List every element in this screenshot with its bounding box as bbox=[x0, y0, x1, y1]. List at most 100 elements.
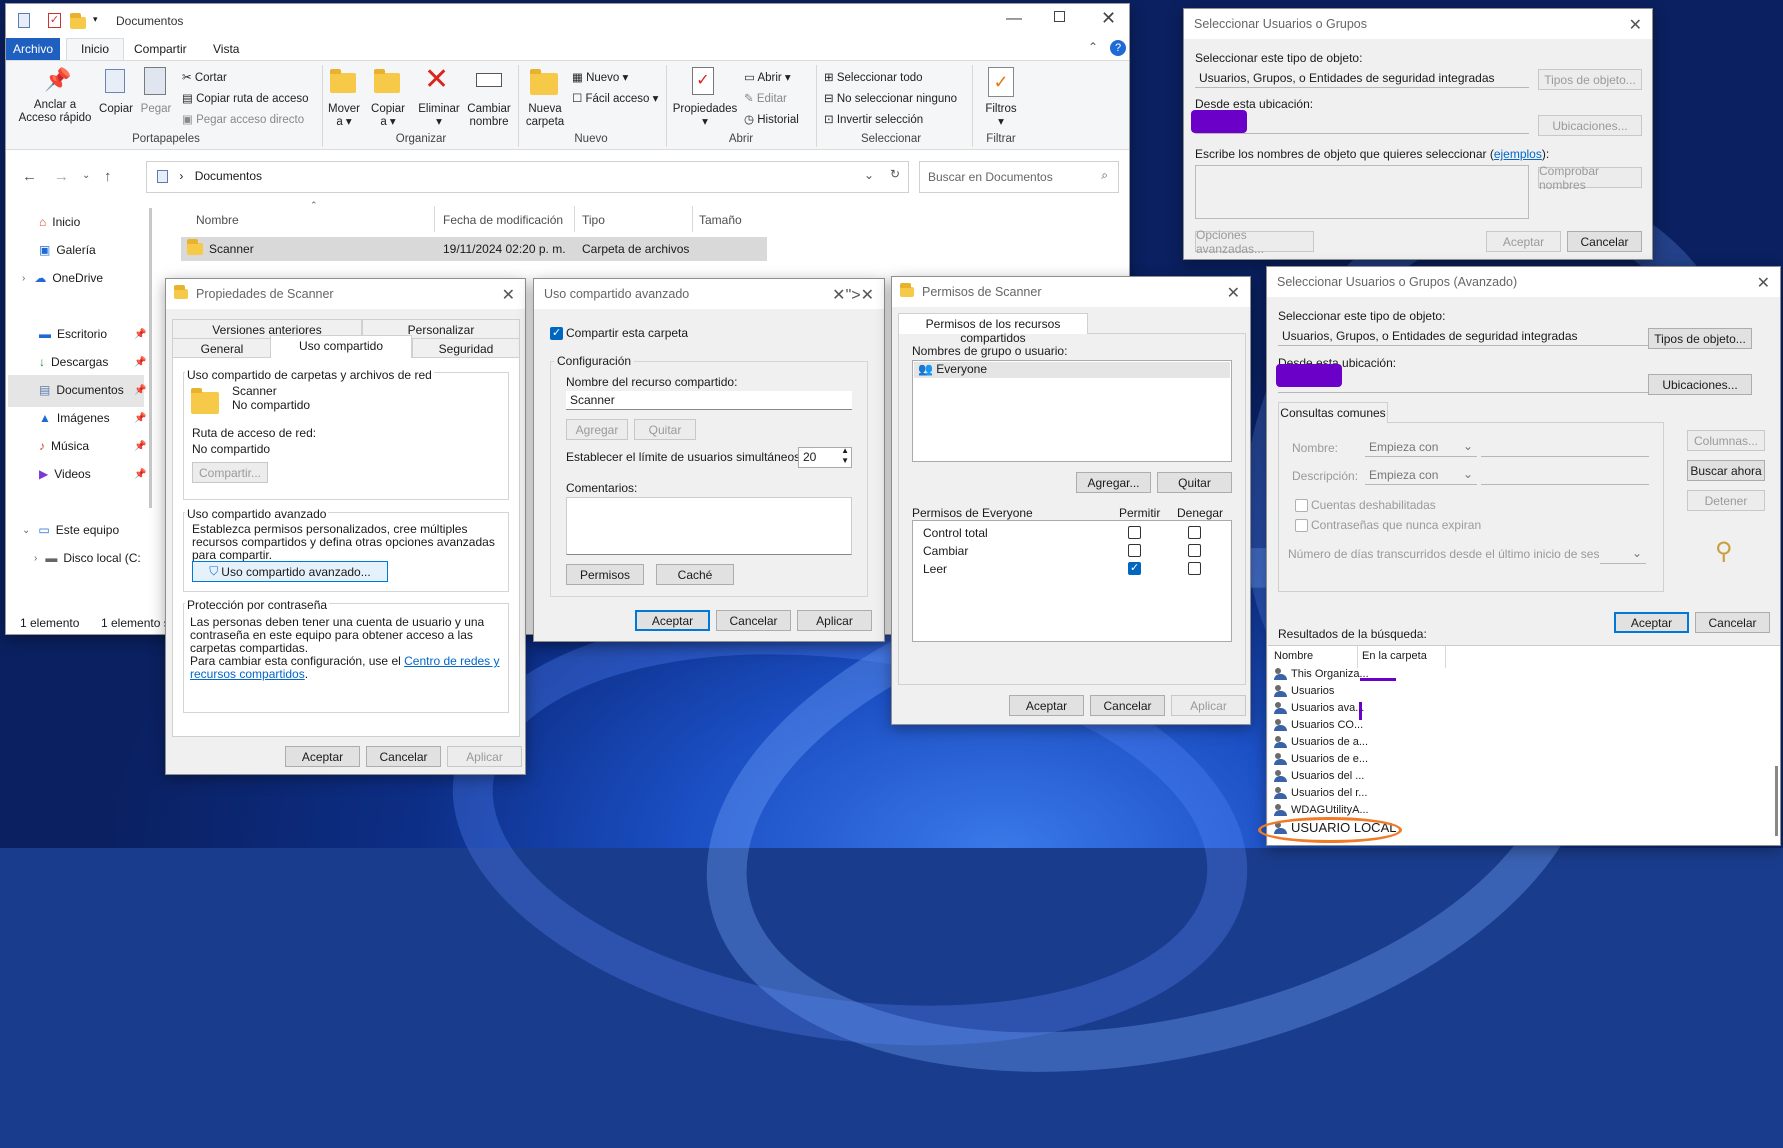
abrir-button[interactable]: ▭ Abrir ▾ bbox=[744, 70, 791, 84]
nombre-input[interactable] bbox=[1481, 438, 1649, 457]
qat-check-icon[interactable]: ✓ bbox=[48, 13, 61, 28]
facil-acceso-button[interactable]: ☐ Fácil acceso ▾ bbox=[572, 91, 658, 105]
aceptar-button[interactable]: Aceptar bbox=[635, 610, 710, 631]
editar-button[interactable]: ✎ Editar bbox=[744, 91, 787, 105]
search-box[interactable]: Buscar en Documentos ⌕ bbox=[919, 161, 1119, 193]
qat-dropdown-icon[interactable]: ▾ bbox=[93, 14, 98, 25]
grupos-listbox[interactable]: 👥 Everyone bbox=[912, 360, 1232, 462]
nav-documentos[interactable]: ▤ Documentos bbox=[39, 383, 124, 397]
nav-inicio[interactable]: ⌂ Inicio bbox=[39, 215, 80, 229]
copiar-button[interactable]: Copiar bbox=[96, 103, 136, 116]
quitar-button[interactable]: Quitar bbox=[1157, 472, 1232, 493]
collapse-icon[interactable]: ⌄ bbox=[22, 525, 30, 536]
cuentas-deshabilitadas-checkbox[interactable] bbox=[1295, 499, 1308, 512]
perm-permitir-checkbox[interactable] bbox=[1128, 544, 1141, 557]
nombres-objeto-textarea[interactable] bbox=[1195, 165, 1529, 219]
tab-inicio[interactable]: Inicio bbox=[66, 38, 124, 61]
perm-denegar-checkbox[interactable] bbox=[1188, 544, 1201, 557]
nuevo-button[interactable]: ▦ Nuevo ▾ bbox=[572, 70, 628, 84]
nav-onedrive[interactable]: › ☁ OneDrive bbox=[22, 271, 103, 285]
result-row[interactable]: Usuarios del ... bbox=[1274, 770, 1364, 782]
result-row[interactable]: Usuarios de a... bbox=[1274, 736, 1368, 748]
columnas-button[interactable]: Columnas... bbox=[1687, 430, 1765, 451]
aceptar-button[interactable]: Aceptar bbox=[1009, 695, 1084, 716]
maximize-icon[interactable] bbox=[1054, 11, 1065, 22]
invertir-seleccion-button[interactable]: ⊡ Invertir selección bbox=[824, 112, 923, 126]
contrasenas-checkbox[interactable] bbox=[1295, 519, 1308, 532]
eliminar-button[interactable]: Eliminar ▾ bbox=[414, 103, 464, 129]
cortar-button[interactable]: ✂ Cortar bbox=[182, 70, 227, 84]
forward-icon[interactable]: → bbox=[54, 168, 69, 185]
nav-galeria[interactable]: ▣ Galería bbox=[39, 243, 96, 257]
nav-imagenes[interactable]: ▲ Imágenes bbox=[39, 411, 110, 425]
perm-denegar-checkbox[interactable] bbox=[1188, 526, 1201, 539]
mover-button[interactable]: Mover a ▾ bbox=[324, 103, 364, 129]
results-list[interactable]: Nombre En la carpeta This Organiza... Us… bbox=[1258, 645, 1780, 845]
cancelar-button[interactable]: Cancelar bbox=[1090, 695, 1165, 716]
close-icon[interactable]: ✕ bbox=[1227, 283, 1240, 303]
spin-up-icon[interactable]: ▲ bbox=[841, 448, 849, 455]
comentarios-textarea[interactable] bbox=[566, 497, 852, 555]
file-row[interactable]: Scanner 19/11/2024 02:20 p. m. Carpeta d… bbox=[181, 237, 767, 261]
result-row[interactable]: Usuarios de e... bbox=[1274, 753, 1368, 765]
cancelar-button[interactable]: Cancelar bbox=[366, 746, 441, 767]
aceptar-button[interactable]: Aceptar bbox=[1486, 231, 1561, 252]
results-scrollbar[interactable] bbox=[1775, 766, 1778, 836]
up-icon[interactable]: ↑ bbox=[104, 168, 112, 185]
spin-down-icon[interactable]: ▼ bbox=[841, 456, 849, 465]
close-icon[interactable]: ✕">✕ bbox=[832, 285, 874, 305]
col-nombre-header[interactable]: Nombre bbox=[1274, 650, 1313, 662]
col-nombre[interactable]: Nombre bbox=[196, 213, 239, 227]
tipos-objeto-button[interactable]: Tipos de objeto... bbox=[1648, 328, 1752, 349]
close-icon[interactable]: ✕ bbox=[1757, 273, 1770, 293]
dias-select[interactable]: ⌄ bbox=[1600, 545, 1646, 564]
tab-seguridad[interactable]: Seguridad bbox=[412, 338, 520, 357]
limite-stepper[interactable]: 20 ▲ ▼ bbox=[798, 447, 852, 468]
nueva-carpeta-button[interactable]: Nueva carpeta bbox=[520, 103, 570, 129]
result-row[interactable]: WDAGUtilityA... bbox=[1274, 804, 1369, 816]
cancelar-button[interactable]: Cancelar bbox=[716, 610, 791, 631]
compartir-carpeta-checkbox[interactable] bbox=[550, 326, 563, 340]
agregar-button[interactable]: Agregar... bbox=[1076, 472, 1151, 493]
nav-este-equipo[interactable]: ⌄ ▭ Este equipo bbox=[22, 523, 119, 537]
compartir-button[interactable]: Compartir... bbox=[192, 462, 268, 483]
descripcion-condition-select[interactable]: Empieza con ⌄ bbox=[1365, 466, 1477, 485]
nombre-recurso-input[interactable]: Scanner bbox=[566, 391, 852, 410]
filtros-button[interactable]: Filtros ▾ bbox=[976, 103, 1026, 129]
recent-icon[interactable]: ⌄ bbox=[82, 170, 90, 181]
copiar-ruta-button[interactable]: ▤ Copiar ruta de acceso bbox=[182, 91, 309, 105]
qat-properties-icon[interactable] bbox=[18, 13, 30, 28]
tab-permisos-recursos[interactable]: Permisos de los recursos compartidos bbox=[898, 313, 1088, 345]
collapse-ribbon-icon[interactable]: ⌃ bbox=[1088, 40, 1098, 54]
cambiar-nombre-button[interactable]: Cambiar nombre bbox=[464, 103, 514, 129]
detener-button[interactable]: Detener bbox=[1687, 490, 1765, 511]
aceptar-button[interactable]: Aceptar bbox=[285, 746, 360, 767]
nav-videos[interactable]: ▶ Videos bbox=[39, 467, 91, 481]
anclar-button[interactable]: Anclar a Acceso rápido bbox=[12, 99, 98, 125]
ubicaciones-button[interactable]: Ubicaciones... bbox=[1538, 115, 1642, 136]
result-row[interactable]: Usuarios ava... bbox=[1274, 702, 1364, 714]
close-icon[interactable]: ✕ bbox=[502, 285, 515, 305]
nav-musica[interactable]: ♪ Música bbox=[39, 439, 89, 453]
no-seleccionar-button[interactable]: ⊟ No seleccionar ninguno bbox=[824, 91, 957, 105]
tab-uso-compartido[interactable]: Uso compartido bbox=[270, 335, 412, 358]
qat-folder-icon[interactable] bbox=[70, 13, 86, 29]
descripcion-input[interactable] bbox=[1481, 466, 1649, 485]
seleccionar-todo-button[interactable]: ⊞ Seleccionar todo bbox=[824, 70, 923, 84]
tab-general[interactable]: General bbox=[172, 338, 272, 357]
tab-vista[interactable]: Vista bbox=[213, 42, 239, 56]
tab-archivo[interactable]: Archivo bbox=[6, 38, 60, 60]
result-row[interactable]: Usuarios del r... bbox=[1274, 787, 1367, 799]
uso-compartido-avanzado-button[interactable]: ⛉ Uso compartido avanzado... bbox=[192, 561, 388, 582]
tipos-objeto-button[interactable]: Tipos de objeto... bbox=[1538, 69, 1642, 90]
nav-scrollbar[interactable] bbox=[149, 208, 152, 508]
aplicar-button[interactable]: Aplicar bbox=[797, 610, 872, 631]
copiar-a-button[interactable]: Copiar a ▾ bbox=[366, 103, 410, 129]
result-row[interactable]: Usuarios CO... bbox=[1274, 719, 1363, 731]
aplicar-button[interactable]: Aplicar bbox=[447, 746, 522, 767]
comprobar-nombres-button[interactable]: Comprobar nombres bbox=[1538, 164, 1642, 192]
address-dropdown-icon[interactable]: ⌄ bbox=[864, 168, 874, 182]
aceptar-button[interactable]: Aceptar bbox=[1614, 612, 1689, 633]
ubicaciones-button[interactable]: Ubicaciones... bbox=[1648, 374, 1752, 395]
tab-consultas-comunes[interactable]: Consultas comunes bbox=[1278, 402, 1388, 423]
